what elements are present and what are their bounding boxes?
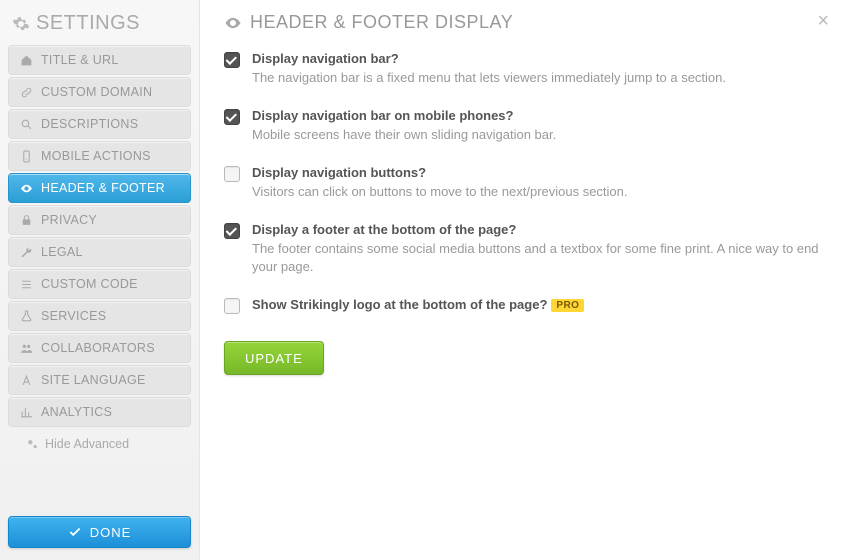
lock-icon <box>19 213 33 227</box>
sidebar-item-label: ANALYTICS <box>41 405 112 419</box>
sidebar-item-phone[interactable]: MOBILE ACTIONS <box>8 141 191 171</box>
option-desc: The footer contains some social media bu… <box>252 240 819 278</box>
checkbox[interactable] <box>224 109 240 125</box>
checkbox[interactable] <box>224 298 240 314</box>
sidebar-item-label: SERVICES <box>41 309 106 323</box>
eye-icon <box>224 14 242 32</box>
option-desc: The navigation bar is a fixed menu that … <box>252 69 819 88</box>
sidebar-item-label: COLLABORATORS <box>41 341 155 355</box>
sidebar-item-label: LEGAL <box>41 245 83 259</box>
sidebar-item-label: CUSTOM CODE <box>41 277 138 291</box>
search-icon <box>19 117 33 131</box>
sidebar-nav: TITLE & URL CUSTOM DOMAIN DESCRIPTIONS MOBI… <box>8 45 191 427</box>
list-icon <box>19 277 33 291</box>
sidebar-item-link[interactable]: CUSTOM DOMAIN <box>8 77 191 107</box>
sidebar-item-users[interactable]: COLLABORATORS <box>8 333 191 363</box>
option-row: Display navigation bar on mobile phones?… <box>224 108 819 145</box>
sidebar-item-label: CUSTOM DOMAIN <box>41 85 152 99</box>
option-title: Display navigation buttons? <box>252 165 819 180</box>
option-row: Display a footer at the bottom of the pa… <box>224 222 819 278</box>
link-icon <box>19 85 33 99</box>
sidebar-item-label: DESCRIPTIONS <box>41 117 138 131</box>
hide-advanced-label: Hide Advanced <box>45 437 129 451</box>
main-panel: × HEADER & FOOTER DISPLAY Display naviga… <box>200 0 843 560</box>
sidebar-item-flask[interactable]: SERVICES <box>8 301 191 331</box>
option-desc: Mobile screens have their own sliding na… <box>252 126 819 145</box>
check-icon <box>68 525 82 539</box>
sidebar-item-bar-chart[interactable]: ANALYTICS <box>8 397 191 427</box>
option-row: Display navigation bar? The navigation ba… <box>224 51 819 88</box>
wrench-icon <box>19 245 33 259</box>
option-desc: Visitors can click on buttons to move to… <box>252 183 819 202</box>
font-icon <box>19 373 33 387</box>
update-button[interactable]: UPDATE <box>224 341 324 375</box>
sidebar-item-label: SITE LANGUAGE <box>41 373 146 387</box>
flask-icon <box>19 309 33 323</box>
users-icon <box>19 341 33 355</box>
sidebar-item-label: PRIVACY <box>41 213 97 227</box>
sidebar-item-font[interactable]: SITE LANGUAGE <box>8 365 191 395</box>
option-title: Show Strikingly logo at the bottom of th… <box>252 297 819 312</box>
page-title: HEADER & FOOTER DISPLAY <box>224 8 819 51</box>
update-label: UPDATE <box>245 351 303 366</box>
option-row: Display navigation buttons? Visitors can … <box>224 165 819 202</box>
sidebar-item-label: TITLE & URL <box>41 53 119 67</box>
option-title: Display navigation bar? <box>252 51 819 66</box>
sidebar-item-label: HEADER & FOOTER <box>41 181 165 195</box>
sidebar-item-search[interactable]: DESCRIPTIONS <box>8 109 191 139</box>
sidebar-item-eye[interactable]: HEADER & FOOTER <box>8 173 191 203</box>
page-title-text: HEADER & FOOTER DISPLAY <box>250 12 513 33</box>
done-button[interactable]: DONE <box>8 516 191 548</box>
sidebar: SETTINGS TITLE & URL CUSTOM DOMAIN DESCRIP… <box>0 0 200 560</box>
sidebar-item-home[interactable]: TITLE & URL <box>8 45 191 75</box>
option-title: Display a footer at the bottom of the pa… <box>252 222 819 237</box>
home-icon <box>19 53 33 67</box>
settings-title-text: SETTINGS <box>36 12 140 35</box>
option-row: Show Strikingly logo at the bottom of th… <box>224 297 819 315</box>
sidebar-item-lock[interactable]: PRIVACY <box>8 205 191 235</box>
cogs-icon <box>26 438 39 451</box>
gear-icon <box>12 15 30 33</box>
options-list: Display navigation bar? The navigation ba… <box>224 51 819 315</box>
pro-badge: PRO <box>551 299 584 312</box>
hide-advanced-toggle[interactable]: Hide Advanced <box>8 427 191 451</box>
settings-title: SETTINGS <box>8 8 191 45</box>
close-icon[interactable]: × <box>817 10 829 33</box>
sidebar-item-wrench[interactable]: LEGAL <box>8 237 191 267</box>
bar-chart-icon <box>19 405 33 419</box>
checkbox[interactable] <box>224 223 240 239</box>
checkbox[interactable] <box>224 166 240 182</box>
eye-icon <box>19 181 33 195</box>
sidebar-item-label: MOBILE ACTIONS <box>41 149 151 163</box>
phone-icon <box>19 149 33 163</box>
sidebar-item-list[interactable]: CUSTOM CODE <box>8 269 191 299</box>
option-title: Display navigation bar on mobile phones? <box>252 108 819 123</box>
checkbox[interactable] <box>224 52 240 68</box>
done-label: DONE <box>90 525 132 540</box>
